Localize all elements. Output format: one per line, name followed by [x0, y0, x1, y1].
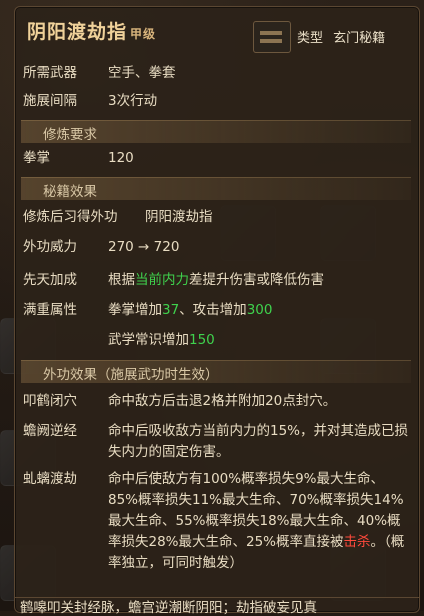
value-green: 150 — [189, 332, 215, 348]
type-value: 玄门秘籍 — [333, 31, 386, 46]
highlight-text: 当前内力 — [135, 272, 189, 288]
skill-title: 阴阳渡劫指 甲级 — [27, 17, 156, 44]
attr-key: 修炼后习得外功 — [23, 209, 118, 225]
section-header-secret-effects: 秘籍效果 — [21, 177, 411, 200]
effect-key: 蟾阙逆经 — [23, 423, 77, 439]
skill-detail-panel: 阴阳渡劫指 甲级 类型 玄门秘籍 所需武器 空手、拳套 施展间隔 3次行动 修炼要… — [14, 6, 420, 613]
attr-value: 3次行动 — [108, 93, 158, 109]
attr-key: 所需武器 — [23, 65, 77, 81]
skill-name: 阴阳渡劫指 — [27, 21, 128, 43]
effect-key: 虬螭渡劫 — [23, 471, 77, 487]
skill-grade: 甲级 — [130, 27, 157, 41]
section-title: 修炼要求 — [43, 127, 97, 143]
text-part: 差提升伤害或降低伤害 — [189, 272, 324, 288]
text-part: 根据 — [108, 272, 135, 288]
innate-text: 根据当前内力差提升伤害或降低伤害 — [108, 270, 324, 291]
attr-value: 120 — [108, 150, 134, 166]
learned-skill-name: 阴阳渡劫指 — [145, 209, 213, 225]
full-attr-line1: 拳掌增加37、攻击增加300 — [108, 300, 272, 321]
type-label: 类型 玄门秘籍 — [297, 27, 385, 46]
section-title: 秘籍效果 — [43, 184, 97, 200]
section-header-external-effects: 外功效果（施展武功时生效） — [21, 360, 411, 383]
effect-text-1: 命中敌方后击退2格并附加20点封穴。 — [108, 393, 337, 409]
attr-key: 拳掌 — [23, 150, 50, 166]
section-title: 外功效果（施展武功时生效） — [43, 367, 219, 383]
type-key: 类型 — [297, 31, 324, 46]
type-icon — [253, 21, 291, 53]
effect-text-2: 命中后吸收敌方当前内力的15%，并对其造成已损失内力的固定伤害。 — [108, 423, 409, 460]
attr-value: 空手、拳套 — [108, 65, 176, 81]
power-value: 270 → 720 — [108, 239, 180, 255]
effect-key: 叩鹤闭穴 — [23, 393, 77, 409]
effect-text-3: 命中后使敌方有100%概率损失9%最大生命、85%概率损失11%最大生命、70%… — [108, 469, 408, 574]
text-part: 、攻击增加 — [179, 302, 247, 318]
text-part: 拳掌增加 — [108, 302, 162, 318]
attr-key: 外功威力 — [23, 239, 77, 255]
full-attr-line2: 武学常识增加150 — [108, 330, 215, 351]
value-green: 300 — [246, 302, 273, 318]
attr-key: 施展间隔 — [23, 93, 77, 109]
attr-key: 满重属性 — [23, 302, 77, 318]
section-header-cultivation: 修炼要求 — [21, 120, 411, 143]
value-green: 37 — [162, 302, 180, 318]
text-part: 武学常识增加 — [108, 332, 189, 348]
footer-quote: 鹤嗥叩关封经脉，蟾宫逆潮断阴阳；劫指破妄见真 — [20, 600, 317, 616]
attr-key: 先天加成 — [23, 272, 77, 288]
highlight-kill: 击杀 — [343, 534, 371, 550]
